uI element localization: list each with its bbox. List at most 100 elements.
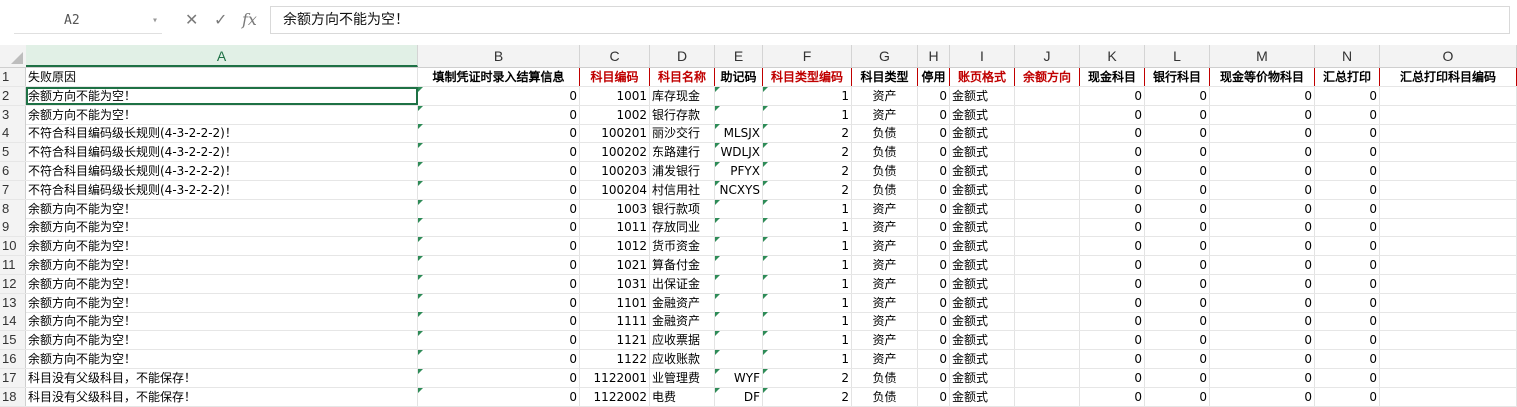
- table-cell[interactable]: 金额式: [950, 105, 1015, 124]
- table-cell[interactable]: 0: [418, 199, 580, 218]
- table-cell[interactable]: [1015, 256, 1080, 274]
- table-cell[interactable]: [1015, 86, 1080, 105]
- table-cell[interactable]: 0: [418, 124, 580, 143]
- table-cell[interactable]: 0: [1145, 368, 1210, 387]
- row-number[interactable]: 13: [0, 293, 26, 312]
- header-cell[interactable]: 科目编码: [580, 68, 650, 86]
- cancel-icon[interactable]: ✕: [185, 10, 198, 29]
- table-cell[interactable]: [1380, 218, 1517, 237]
- table-cell[interactable]: 0: [418, 368, 580, 387]
- table-cell[interactable]: 0: [1080, 162, 1145, 180]
- column-header-e[interactable]: E: [715, 45, 763, 67]
- row-number[interactable]: 6: [0, 162, 26, 180]
- table-cell[interactable]: 0: [1315, 86, 1380, 105]
- formula-input[interactable]: 余额方向不能为空！: [270, 6, 1510, 34]
- table-cell[interactable]: 1101: [580, 293, 650, 312]
- table-cell[interactable]: 出保证金: [650, 274, 715, 293]
- table-cell[interactable]: 0: [1145, 199, 1210, 218]
- table-cell[interactable]: 1002: [580, 105, 650, 124]
- column-header-b[interactable]: B: [418, 45, 580, 67]
- table-cell[interactable]: 负债: [852, 143, 918, 162]
- table-cell[interactable]: 0: [1315, 274, 1380, 293]
- table-cell[interactable]: 金额式: [950, 237, 1015, 256]
- row-number[interactable]: 11: [0, 256, 26, 274]
- table-cell[interactable]: 余额方向不能为空！: [26, 105, 418, 124]
- table-cell[interactable]: 0: [1080, 86, 1145, 105]
- column-header-j[interactable]: J: [1015, 45, 1080, 67]
- table-cell[interactable]: 0: [1080, 293, 1145, 312]
- column-header-n[interactable]: N: [1315, 45, 1380, 67]
- table-cell[interactable]: 0: [1315, 331, 1380, 350]
- table-cell[interactable]: 金额式: [950, 387, 1015, 406]
- table-cell[interactable]: 金融资产: [650, 312, 715, 331]
- row-number[interactable]: 8: [0, 199, 26, 218]
- table-cell[interactable]: [715, 105, 763, 124]
- table-cell[interactable]: 0: [1145, 350, 1210, 368]
- table-cell[interactable]: 负债: [852, 368, 918, 387]
- table-cell[interactable]: 0: [1315, 218, 1380, 237]
- table-cell[interactable]: [1015, 350, 1080, 368]
- table-cell[interactable]: [1015, 387, 1080, 406]
- table-cell[interactable]: 科目没有父级科目，不能保存！: [26, 387, 418, 406]
- row-number[interactable]: 2: [0, 86, 26, 105]
- table-cell[interactable]: 0: [1315, 124, 1380, 143]
- table-cell[interactable]: 0: [1210, 199, 1315, 218]
- table-cell[interactable]: 资产: [852, 199, 918, 218]
- table-cell[interactable]: 资产: [852, 331, 918, 350]
- table-cell[interactable]: 金额式: [950, 293, 1015, 312]
- table-cell[interactable]: 0: [1315, 293, 1380, 312]
- table-cell[interactable]: 0: [1315, 199, 1380, 218]
- table-cell[interactable]: [1015, 331, 1080, 350]
- table-cell[interactable]: 余额方向不能为空！: [26, 199, 418, 218]
- table-cell[interactable]: 0: [1080, 143, 1145, 162]
- table-cell[interactable]: 0: [1145, 256, 1210, 274]
- table-cell[interactable]: 0: [1145, 180, 1210, 199]
- table-cell[interactable]: 0: [1145, 162, 1210, 180]
- row-number[interactable]: 1: [0, 68, 26, 86]
- header-cell[interactable]: 助记码: [715, 68, 763, 86]
- row-number[interactable]: 9: [0, 218, 26, 237]
- table-cell[interactable]: 余额方向不能为空！: [26, 312, 418, 331]
- table-cell[interactable]: [1380, 350, 1517, 368]
- table-cell[interactable]: 金融资产: [650, 293, 715, 312]
- table-cell[interactable]: 0: [418, 143, 580, 162]
- table-cell[interactable]: 2: [763, 180, 852, 199]
- table-cell[interactable]: MLSJX: [715, 124, 763, 143]
- table-cell[interactable]: 1011: [580, 218, 650, 237]
- table-cell[interactable]: 0: [1080, 256, 1145, 274]
- table-cell[interactable]: 金额式: [950, 312, 1015, 331]
- table-cell[interactable]: 金额式: [950, 350, 1015, 368]
- table-cell[interactable]: 电费: [650, 387, 715, 406]
- table-cell[interactable]: 不符合科目编码级长规则(4-3-2-2-2)！: [26, 124, 418, 143]
- name-box[interactable]: A2 ▾: [14, 8, 162, 34]
- table-cell[interactable]: 1: [763, 331, 852, 350]
- table-cell[interactable]: [715, 86, 763, 105]
- table-cell[interactable]: 0: [1315, 387, 1380, 406]
- table-cell[interactable]: 0: [418, 274, 580, 293]
- table-cell[interactable]: 丽沙交行: [650, 124, 715, 143]
- table-cell[interactable]: 负债: [852, 124, 918, 143]
- table-cell[interactable]: 0: [918, 312, 950, 331]
- table-cell[interactable]: 0: [1080, 199, 1145, 218]
- table-cell[interactable]: 1001: [580, 86, 650, 105]
- table-cell[interactable]: [1380, 105, 1517, 124]
- table-cell[interactable]: 0: [918, 105, 950, 124]
- table-cell[interactable]: 1122: [580, 350, 650, 368]
- table-cell[interactable]: WYF: [715, 368, 763, 387]
- table-cell[interactable]: [1380, 199, 1517, 218]
- table-cell[interactable]: 1: [763, 312, 852, 331]
- row-number[interactable]: 15: [0, 331, 26, 350]
- column-header-d[interactable]: D: [650, 45, 715, 67]
- column-header-i[interactable]: I: [950, 45, 1015, 67]
- table-cell[interactable]: [715, 256, 763, 274]
- table-cell[interactable]: 0: [918, 293, 950, 312]
- table-cell[interactable]: 0: [418, 387, 580, 406]
- table-cell[interactable]: 0: [418, 86, 580, 105]
- confirm-icon[interactable]: ✓: [214, 10, 227, 29]
- table-cell[interactable]: 0: [1145, 274, 1210, 293]
- table-cell[interactable]: 0: [1080, 180, 1145, 199]
- table-cell[interactable]: [1015, 312, 1080, 331]
- table-cell[interactable]: 1: [763, 105, 852, 124]
- table-cell[interactable]: [1015, 162, 1080, 180]
- table-cell[interactable]: 0: [918, 86, 950, 105]
